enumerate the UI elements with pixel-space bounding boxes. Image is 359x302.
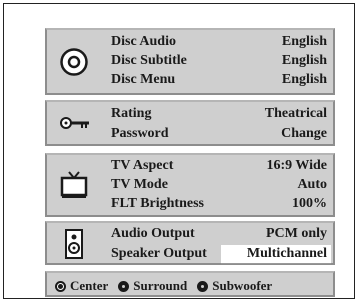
audio-output-row[interactable]: Audio Output PCM only [111,225,327,243]
tv-mode-row[interactable]: TV Mode Auto [111,176,327,194]
setup-menu: Disc Audio English Disc Subtitle English… [3,3,355,299]
surround-option[interactable]: Surround [118,278,187,294]
speaker-options-panel: Center Surround Subwoofer [45,271,335,297]
disc-subtitle-row[interactable]: Disc Subtitle English [111,52,327,70]
password-row[interactable]: Password Change [111,125,327,143]
disc-audio-row[interactable]: Disc Audio English [111,33,327,51]
disc-icon [60,48,88,76]
disc-subtitle-value: English [281,53,327,68]
flt-brightness-value: 100% [292,196,327,211]
disc-menu-label: Disc Menu [111,72,176,87]
disc-menu-value: English [281,72,327,87]
flt-brightness-label: FLT Brightness [111,196,204,211]
audio-output-value: PCM only [265,226,327,241]
disc-audio-value: English [281,34,327,49]
disc-menu-row[interactable]: Disc Menu English [111,71,327,89]
tv-icon [60,171,88,198]
speaker-output-row[interactable]: Speaker Output Multichannel [111,245,331,264]
surround-option-label: Surround [133,278,188,293]
tv-aspect-value: 16:9 Wide [266,158,327,173]
audio-output-label: Audio Output [111,226,195,241]
rating-value: Theatrical [264,106,327,121]
tv-mode-value: Auto [297,177,327,192]
speaker-output-value: Multichannel [220,245,331,264]
surround-radio-icon [118,280,130,292]
security-settings-panel: Rating Theatrical Password Change [45,100,335,146]
tv-aspect-label: TV Aspect [111,158,174,173]
speaker-output-label: Speaker Output [111,246,207,261]
tv-mode-label: TV Mode [111,177,168,192]
subwoofer-option[interactable]: Subwoofer [197,278,272,294]
rating-row[interactable]: Rating Theatrical [111,105,327,123]
subwoofer-option-label: Subwoofer [212,278,273,293]
key-icon [60,117,89,129]
flt-brightness-row[interactable]: FLT Brightness 100% [111,195,327,213]
rating-label: Rating [111,106,152,121]
center-option[interactable]: Center [55,278,108,294]
speaker-icon [65,229,83,259]
tv-settings-panel: TV Aspect 16:9 Wide TV Mode Auto FLT Bri… [45,153,335,217]
speaker-options: Center Surround Subwoofer [55,277,327,295]
password-label: Password [111,126,169,141]
center-radio-icon [55,280,66,292]
disc-subtitle-label: Disc Subtitle [111,53,187,68]
password-value: Change [281,126,327,141]
audio-settings-panel: Audio Output PCM only Speaker Output Mul… [45,221,335,265]
disc-settings-panel: Disc Audio English Disc Subtitle English… [45,28,335,95]
subwoofer-radio-icon [197,280,209,292]
tv-aspect-row[interactable]: TV Aspect 16:9 Wide [111,157,327,175]
disc-audio-label: Disc Audio [111,34,176,49]
center-option-label: Center [70,278,109,293]
